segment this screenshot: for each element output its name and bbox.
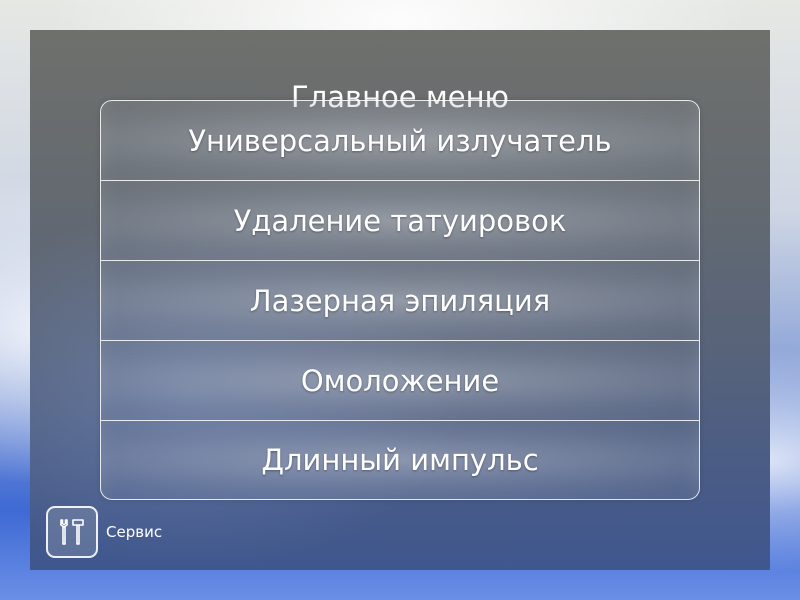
menu-item-label: Универсальный излучатель bbox=[188, 123, 612, 158]
menu-item-tattoo-removal[interactable]: Удаление татуировок bbox=[101, 181, 699, 261]
service-button[interactable]: Сервис bbox=[46, 506, 162, 558]
menu-item-label: Омоложение bbox=[300, 363, 500, 398]
menu-item-long-pulse[interactable]: Длинный импульс bbox=[101, 421, 699, 499]
main-screen: Главное меню Универсальный излучатель Уд… bbox=[30, 30, 770, 570]
main-menu-list: Универсальный излучатель Удаление татуир… bbox=[100, 100, 700, 500]
menu-item-label: Лазерная эпиляция bbox=[249, 283, 551, 318]
tools-icon[interactable] bbox=[46, 506, 98, 558]
service-label: Сервис bbox=[106, 523, 163, 541]
menu-item-laser-epilation[interactable]: Лазерная эпиляция bbox=[101, 261, 699, 341]
menu-item-universal-emitter[interactable]: Универсальный излучатель bbox=[101, 101, 699, 181]
menu-item-label: Длинный импульс bbox=[261, 443, 539, 477]
menu-item-label: Удаление татуировок bbox=[233, 203, 567, 238]
menu-item-rejuvenation[interactable]: Омоложение bbox=[101, 341, 699, 421]
